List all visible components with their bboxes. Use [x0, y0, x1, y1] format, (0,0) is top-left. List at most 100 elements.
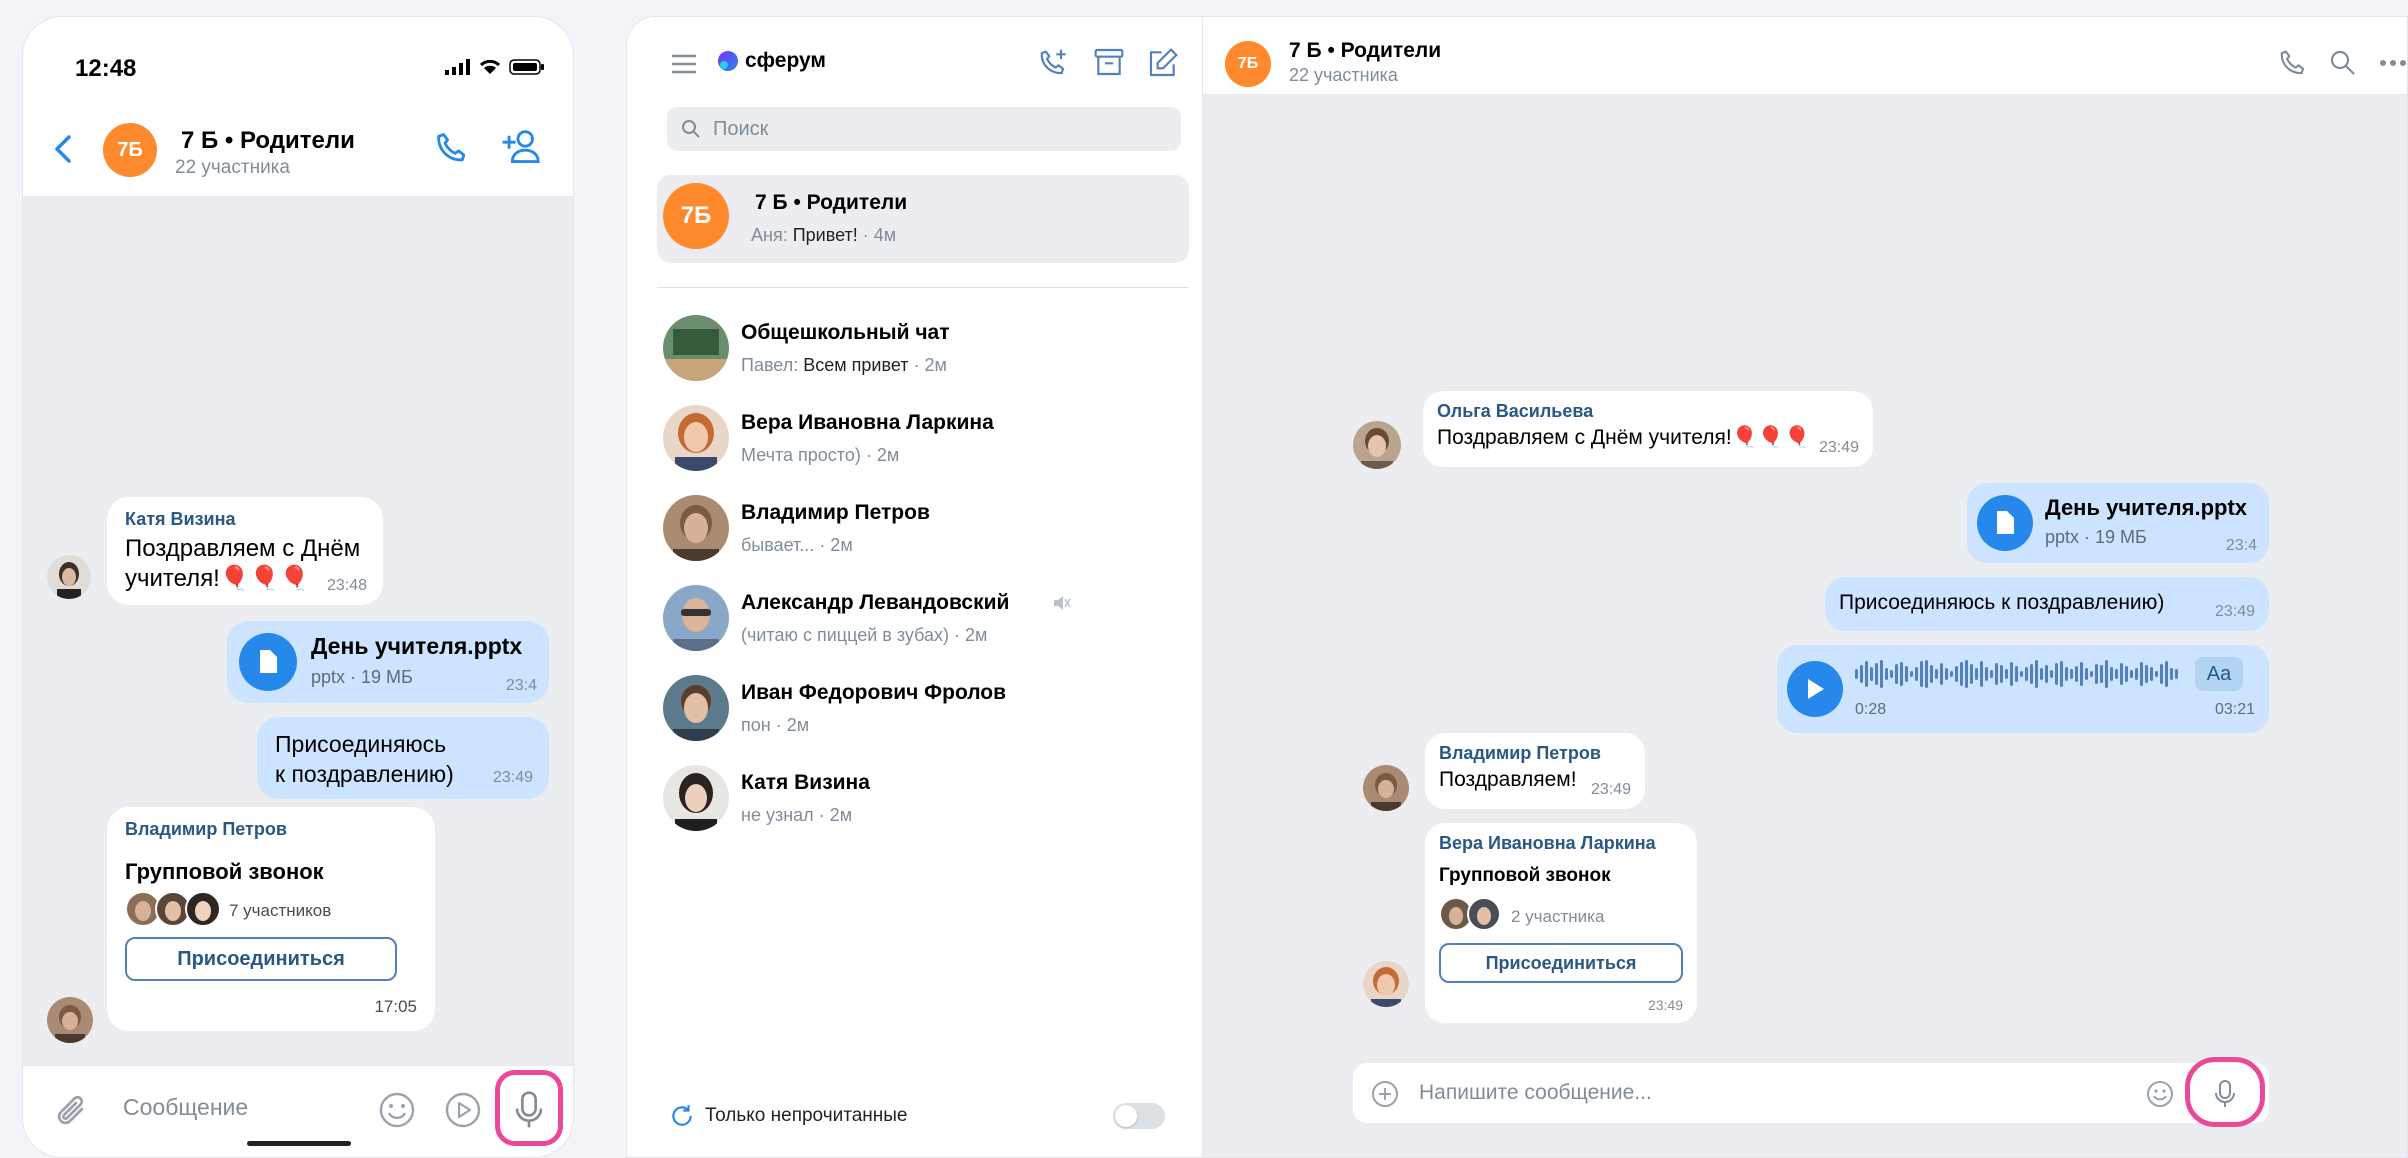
wifi-icon	[478, 57, 502, 75]
waveform-bar	[2020, 671, 2023, 677]
archive-icon[interactable]	[1093, 47, 1125, 77]
waveform-bar	[2030, 664, 2033, 684]
conversation-item[interactable]: Иван Федорович Фролов пон · 2м	[657, 667, 1189, 755]
file-message[interactable]: День учителя.pptx pptx · 19 МБ 23:4	[227, 621, 549, 703]
group-call-bubble[interactable]: Вера Ивановна Ларкина Групповой звонок 2…	[1425, 823, 1697, 1023]
preview-author: Аня:	[751, 225, 788, 245]
conversation-item[interactable]: Вера Ивановна Ларкина Мечта просто) · 2м	[657, 397, 1189, 485]
voice-message[interactable]: 0:28 Aa 03:21	[1777, 645, 2269, 733]
group-avatar[interactable]: 7Б	[103, 123, 157, 177]
sender-name[interactable]: Владимир Петров	[125, 819, 417, 840]
conversation-item[interactable]: Владимир Петров бывает... · 2м	[657, 487, 1189, 575]
waveform-bar	[1880, 660, 1883, 688]
back-icon[interactable]	[53, 133, 73, 165]
waveform-bar	[2010, 662, 2013, 686]
waveform-bar	[1875, 663, 1878, 685]
brand-name: сферум	[745, 49, 826, 72]
sender-avatar[interactable]	[1353, 421, 1401, 469]
search-input[interactable]: Поиск	[713, 118, 768, 141]
add-user-icon[interactable]	[501, 127, 543, 167]
emoji-icon[interactable]	[2145, 1079, 2175, 1109]
message-bubble[interactable]: Катя Визина Поздравляем с Днём учителя!🎈…	[107, 497, 383, 605]
conversation-item[interactable]: Катя Визина не узнал · 2м	[657, 757, 1189, 845]
chat-title[interactable]: 7 Б • Родители	[1289, 39, 1441, 63]
message-bubble[interactable]: Присоединяюсь к поздравлению) 23:49	[257, 717, 549, 799]
attach-icon[interactable]	[55, 1092, 91, 1132]
waveform-bar	[2150, 667, 2153, 681]
file-meta: pptx · 19 МБ	[2045, 527, 2147, 547]
emoji-icon[interactable]	[377, 1090, 417, 1130]
sender-name[interactable]: Вера Ивановна Ларкина	[1439, 833, 1683, 854]
join-call-button[interactable]: Присоединиться	[125, 937, 397, 981]
voice-waveform[interactable]	[1855, 659, 2185, 689]
group-avatar[interactable]: 7Б	[1225, 41, 1271, 87]
waveform-bar	[2025, 667, 2028, 681]
message-bubble[interactable]: Присоединяюсь к поздравлению) 23:49	[1825, 577, 2269, 631]
message-bubble[interactable]: Владимир Петров Поздравляем! 23:49	[1425, 733, 1645, 809]
message-input[interactable]: Сообщение	[123, 1094, 248, 1121]
call-icon[interactable]	[2277, 47, 2309, 79]
waveform-bar	[2055, 663, 2058, 685]
waveform-bar	[2050, 670, 2053, 678]
waveform-bar	[1965, 660, 1968, 688]
compose-icon[interactable]	[1147, 47, 1179, 79]
refresh-icon	[669, 1103, 695, 1129]
transcribe-button[interactable]: Aa	[2195, 657, 2243, 691]
message-text: Присоединяюсь к поздравлению)	[1839, 591, 2165, 614]
join-call-button[interactable]: Присоединиться	[1439, 943, 1683, 983]
waveform-bar	[1915, 667, 1918, 681]
message-time: 23:49	[1647, 997, 1683, 1013]
preview-time: · 2м	[913, 355, 947, 375]
sender-avatar[interactable]	[1363, 961, 1409, 1007]
more-icon[interactable]	[2379, 59, 2407, 67]
conversation-preview: пон · 2м	[741, 715, 809, 736]
waveform-bar	[2065, 667, 2068, 681]
chat-subtitle: 22 участника	[175, 157, 290, 178]
waveform-bar	[1920, 661, 1923, 687]
waveform-bar	[1860, 665, 1863, 683]
waveform-bar	[2145, 665, 2148, 683]
conversation-item[interactable]: Общешкольный чат Павел: Всем привет · 2м	[657, 307, 1189, 395]
chat-title[interactable]: 7 Б • Родители	[181, 127, 355, 155]
new-call-icon[interactable]	[1037, 47, 1069, 79]
search-icon[interactable]	[2329, 49, 2357, 77]
waveform-bar	[2125, 666, 2128, 682]
sender-name[interactable]: Ольга Васильева	[1437, 401, 1859, 422]
participant-avatars	[125, 891, 221, 927]
conversation-preview: (читаю с пиццей в зубах) · 2м	[741, 625, 987, 646]
message-input[interactable]: Напишите сообщение...	[1419, 1081, 1652, 1105]
conversation-item[interactable]: Александр Левандовский (читаю с пиццей в…	[657, 577, 1189, 665]
mic-icon[interactable]	[513, 1090, 545, 1130]
message-list[interactable]: Катя Визина Поздравляем с Днём учителя!🎈…	[23, 197, 573, 1065]
video-message-icon[interactable]	[443, 1090, 483, 1130]
sender-avatar[interactable]	[47, 555, 91, 599]
menu-icon[interactable]	[671, 53, 697, 75]
unread-toggle[interactable]	[1113, 1103, 1165, 1129]
document-icon[interactable]	[1977, 495, 2033, 551]
waveform-bar	[1925, 660, 1928, 688]
sender-name[interactable]: Катя Визина	[125, 509, 365, 530]
call-icon[interactable]	[433, 129, 471, 167]
conversation-name: Общешкольный чат	[741, 321, 950, 344]
sender-name[interactable]: Владимир Петров	[1439, 743, 1631, 764]
sender-avatar[interactable]	[47, 997, 93, 1043]
group-call-bubble[interactable]: Владимир Петров Групповой звонок 7 участ…	[107, 807, 435, 1031]
waveform-bar	[2135, 668, 2138, 680]
file-message[interactable]: День учителя.pptx pptx · 19 МБ 23:4	[1967, 483, 2269, 563]
waveform-bar	[2085, 668, 2088, 680]
message-bubble[interactable]: Ольга Васильева Поздравляем с Днём учите…	[1423, 391, 1873, 467]
waveform-bar	[1905, 666, 1908, 682]
waveform-bar	[1960, 662, 1963, 686]
conversation-preview: Мечта просто) · 2м	[741, 445, 899, 466]
search-field[interactable]: Поиск	[667, 107, 1181, 151]
mic-icon[interactable]	[2213, 1077, 2237, 1111]
add-attachment-icon[interactable]	[1371, 1080, 1399, 1108]
document-icon[interactable]	[239, 633, 297, 691]
message-time: 23:49	[2214, 603, 2255, 620]
battery-icon	[509, 59, 545, 75]
waveform-bar	[2155, 671, 2158, 677]
conversation-item[interactable]: 7Б 7 Б • Родители Аня: Привет! · 4м	[657, 175, 1189, 263]
sender-avatar[interactable]	[1363, 765, 1409, 811]
play-icon[interactable]	[1787, 661, 1843, 717]
waveform-bar	[2070, 669, 2073, 679]
